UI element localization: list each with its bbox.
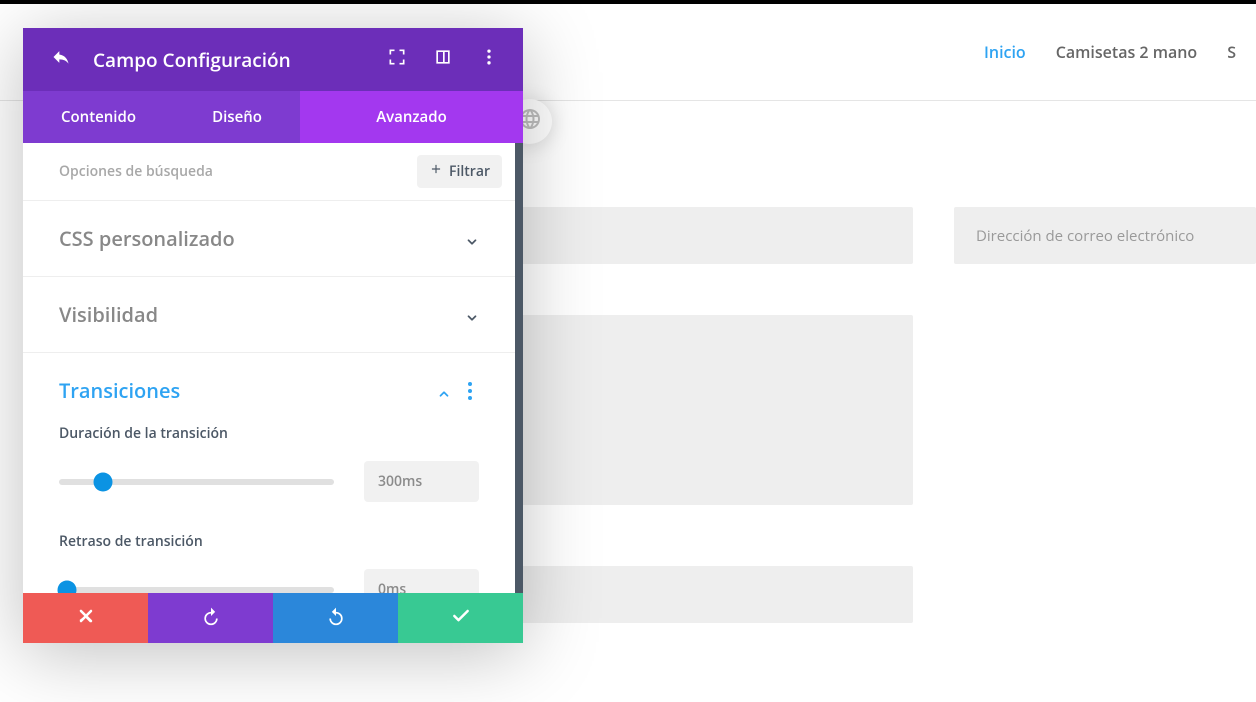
transition-delay-field: Retraso de transición 0ms (59, 532, 479, 593)
undo-icon (201, 606, 221, 631)
section-visibility: Visibilidad (23, 277, 515, 353)
nav-link-s[interactable]: S (1227, 41, 1236, 63)
section-visibility-header[interactable]: Visibilidad (23, 277, 515, 352)
chevron-up-icon (437, 384, 451, 398)
section-options-button[interactable] (461, 382, 479, 400)
transition-duration-input[interactable]: 300ms (364, 461, 479, 502)
back-button[interactable] (47, 46, 75, 74)
dock-button[interactable] (429, 46, 457, 74)
redo-icon (326, 606, 346, 631)
transition-duration-field: Duración de la transición 300ms (59, 424, 479, 502)
nav-link-camisetas[interactable]: Camisetas 2 mano (1056, 41, 1198, 63)
redo-button[interactable] (273, 593, 398, 643)
chevron-down-icon (465, 232, 479, 246)
section-css-header[interactable]: CSS personalizado (23, 201, 515, 276)
panel-tabs: Contenido Diseño Avanzado (23, 91, 523, 143)
slider-thumb[interactable] (58, 580, 77, 593)
save-button[interactable] (398, 593, 523, 643)
nav-link-inicio[interactable]: Inicio (984, 41, 1026, 63)
section-transitions-header[interactable]: Transiciones (23, 353, 515, 414)
section-css-title: CSS personalizado (59, 225, 235, 252)
transition-delay-slider[interactable] (59, 587, 334, 593)
panel-scroll[interactable]: Opciones de búsqueda Filtrar CSS persona… (23, 143, 523, 593)
tab-avanzado[interactable]: Avanzado (300, 91, 523, 143)
panel-menu-button[interactable] (475, 46, 503, 74)
transition-duration-label: Duración de la transición (59, 424, 479, 443)
check-icon (451, 606, 471, 631)
search-row: Opciones de búsqueda Filtrar (23, 143, 515, 201)
email-placeholder: Dirección de correo electrónico (976, 226, 1194, 246)
chevron-down-icon (465, 308, 479, 322)
settings-panel: Campo Configuración Contenido Diseño Ava… (23, 28, 523, 643)
reply-arrow-icon (51, 47, 71, 72)
panel-title: Campo Configuración (93, 47, 365, 73)
filter-label: Filtrar (449, 162, 490, 181)
panel-footer (23, 593, 523, 643)
transition-duration-slider[interactable] (59, 479, 334, 485)
transitions-body: Duración de la transición 300ms Retraso … (23, 424, 515, 593)
tab-diseno[interactable]: Diseño (174, 91, 300, 143)
form-field-email[interactable]: Dirección de correo electrónico (954, 207, 1256, 264)
slider-thumb[interactable] (94, 472, 113, 491)
undo-button[interactable] (148, 593, 273, 643)
plus-icon (429, 162, 443, 181)
section-visibility-title: Visibilidad (59, 301, 158, 328)
panel-body: Opciones de búsqueda Filtrar CSS persona… (23, 143, 523, 593)
search-options-label: Opciones de búsqueda (59, 162, 213, 181)
section-transitions: Transiciones Duración de la transición (23, 353, 515, 593)
expand-icon (387, 47, 407, 72)
section-transitions-title: Transiciones (59, 377, 180, 404)
expand-button[interactable] (383, 46, 411, 74)
dock-icon (433, 47, 453, 72)
panel-header[interactable]: Campo Configuración (23, 28, 523, 91)
kebab-icon (479, 47, 499, 72)
transition-delay-input[interactable]: 0ms (364, 569, 479, 593)
close-icon (76, 606, 96, 631)
cancel-button[interactable] (23, 593, 148, 643)
tab-contenido[interactable]: Contenido (23, 91, 174, 143)
section-css: CSS personalizado (23, 201, 515, 277)
filter-button[interactable]: Filtrar (417, 155, 502, 188)
transition-delay-label: Retraso de transición (59, 532, 479, 551)
